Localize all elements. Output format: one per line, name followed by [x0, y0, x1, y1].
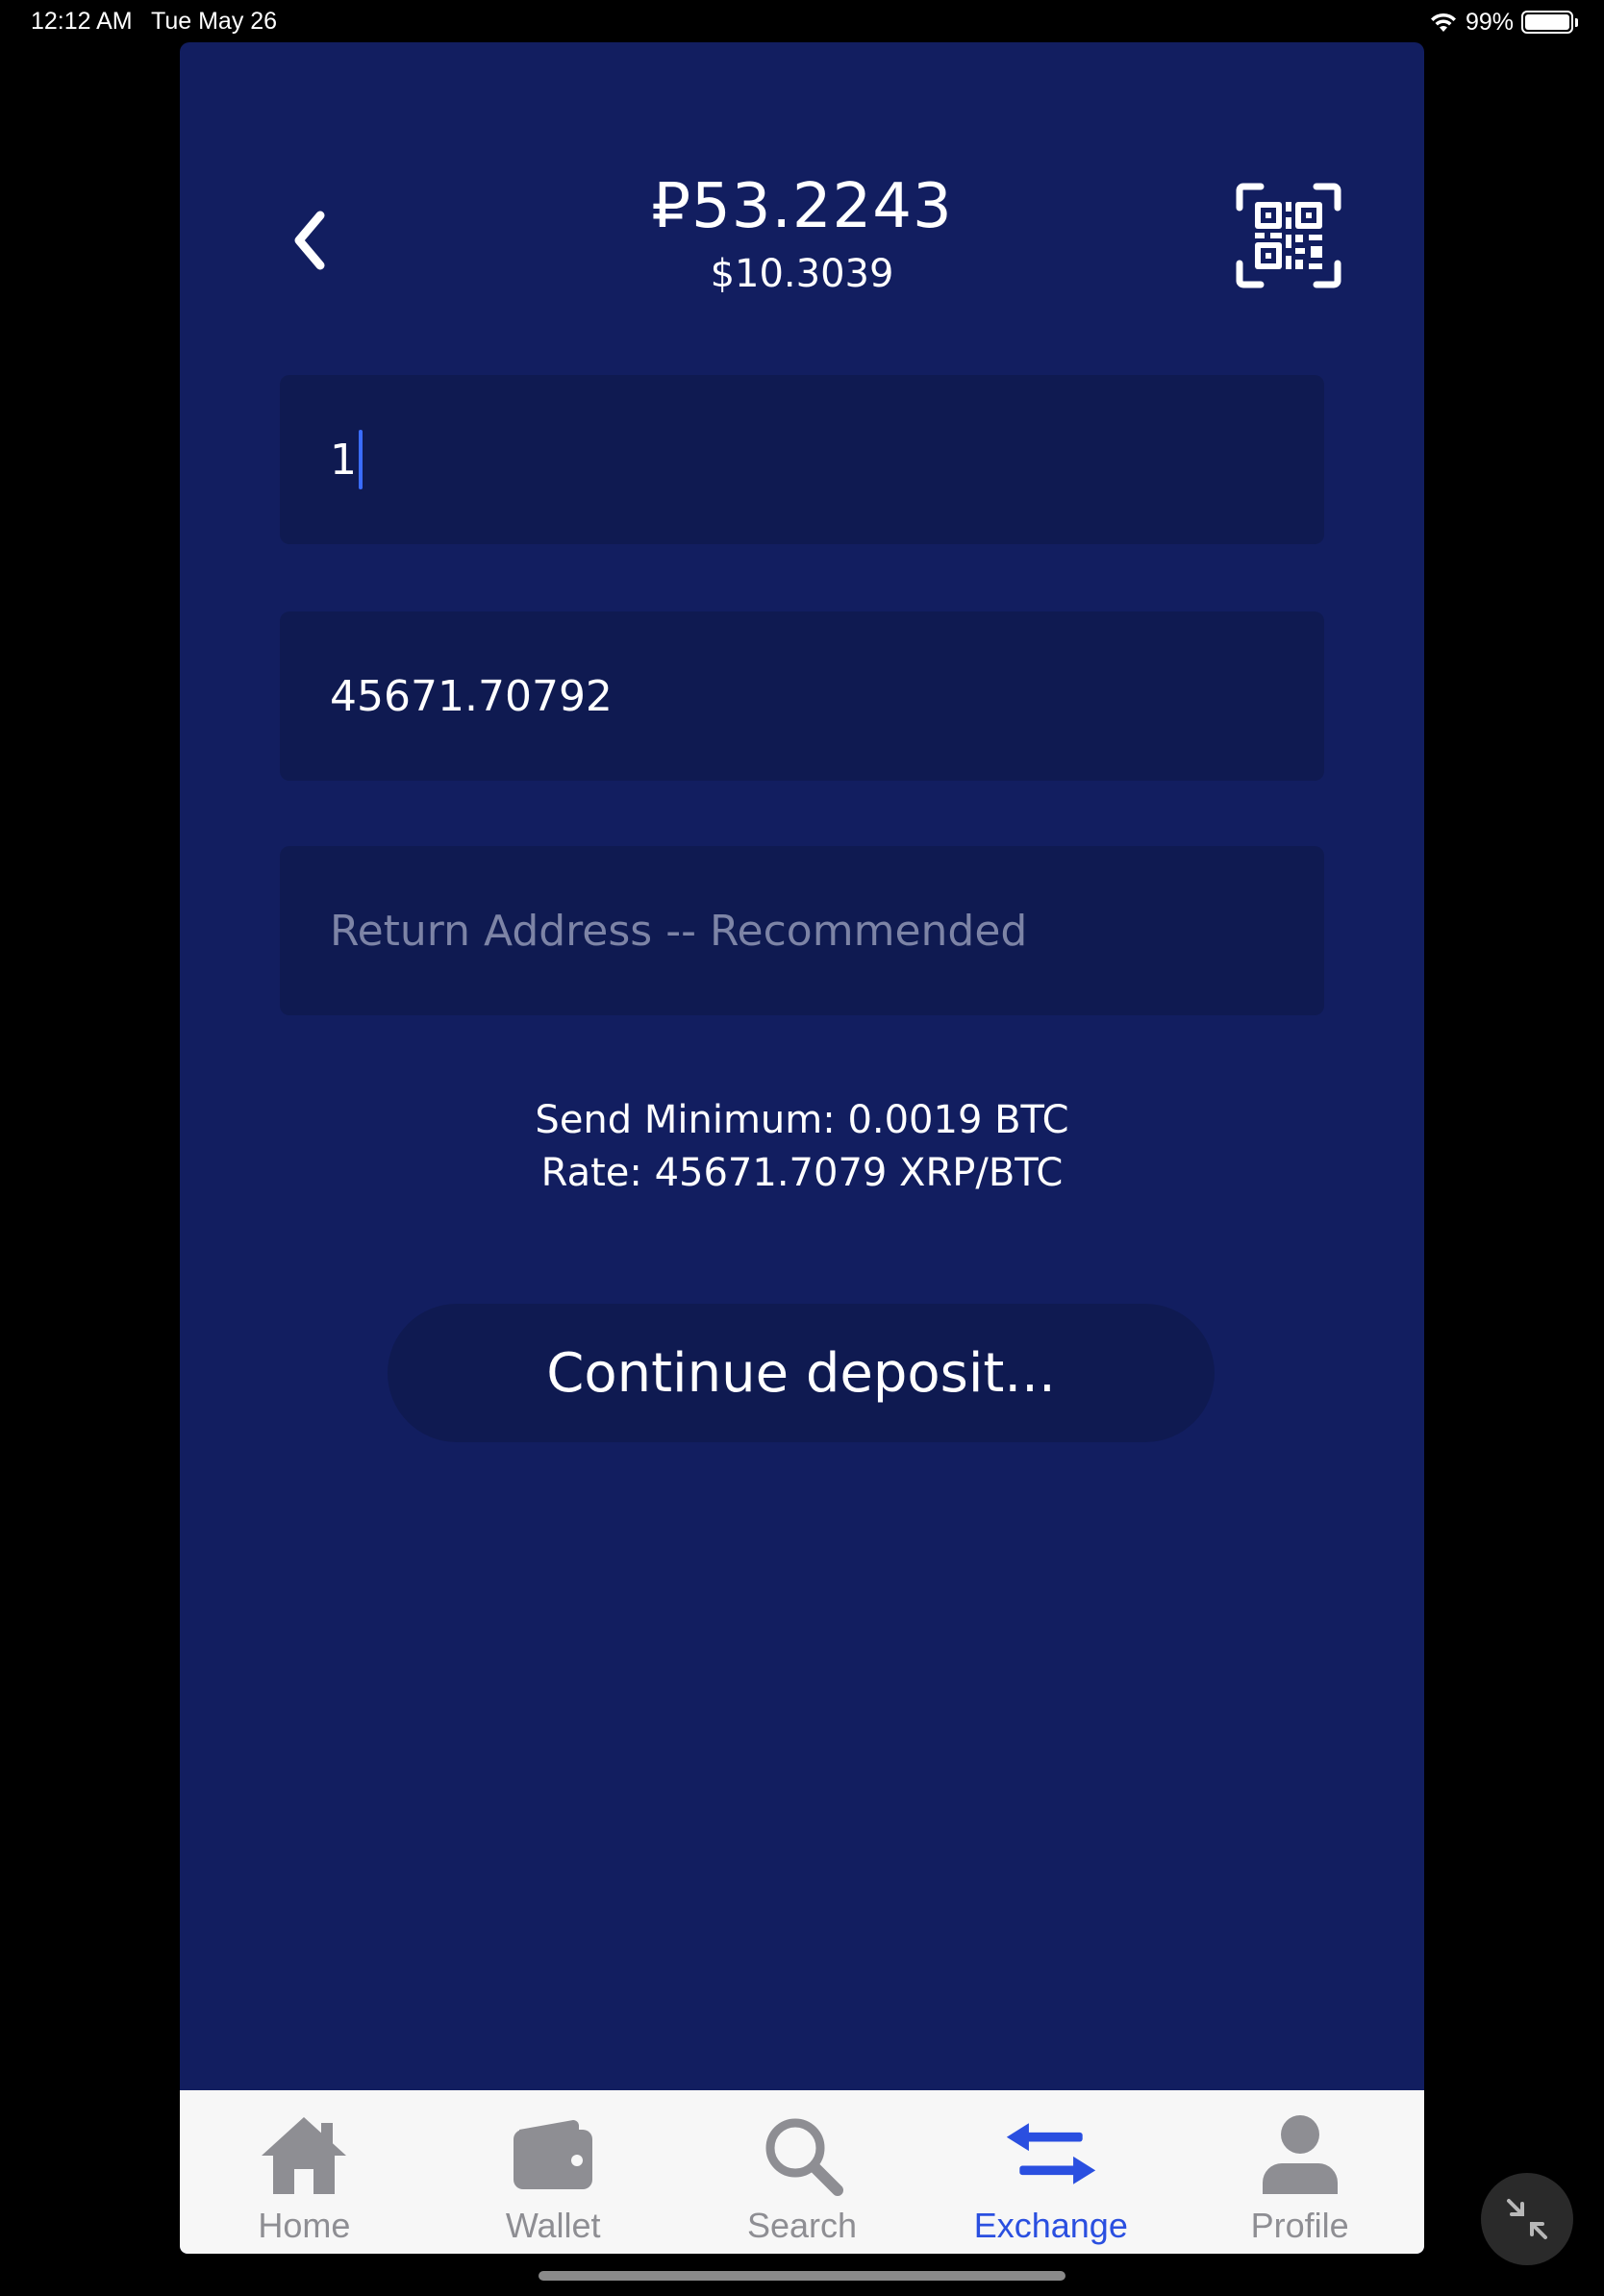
battery-icon: [1521, 11, 1578, 34]
amount-field[interactable]: 1: [280, 375, 1324, 544]
return-address-input[interactable]: [330, 906, 1324, 956]
continue-deposit-label: Continue deposit...: [546, 1341, 1056, 1405]
tab-profile-label: Profile: [1250, 2206, 1349, 2245]
wallet-icon: [514, 2120, 593, 2189]
collapse-arrows-icon: [1507, 2199, 1547, 2239]
home-icon: [262, 2117, 347, 2194]
tab-search[interactable]: Search: [678, 2090, 927, 2254]
header: ₽53.2243 $10.3039: [180, 42, 1424, 331]
send-minimum-text: Send Minimum: 0.0019 BTC: [535, 1098, 1069, 1142]
tab-bar: Home Wallet Search Exchange Profile: [180, 2090, 1424, 2254]
continue-deposit-button[interactable]: Continue deposit...: [388, 1304, 1215, 1442]
app-window: ₽53.2243 $10.3039 1 45671.70792 Return A…: [180, 42, 1424, 2254]
tab-exchange-label: Exchange: [973, 2206, 1128, 2245]
profile-icon: [1262, 2115, 1338, 2194]
status-time: 12:12 AM: [31, 8, 133, 35]
text-caret: [359, 430, 363, 489]
tab-wallet[interactable]: Wallet: [429, 2090, 678, 2254]
rate-text: Rate: 45671.7079 XRP/BTC: [540, 1151, 1064, 1195]
status-date: Tue May 26: [151, 8, 278, 35]
status-indicators: 99%: [1429, 6, 1578, 38]
tab-home-label: Home: [258, 2206, 351, 2245]
qr-scan-button[interactable]: [1236, 183, 1341, 288]
search-icon: [765, 2118, 843, 2196]
amount-value: 1: [330, 435, 357, 485]
tab-wallet-label: Wallet: [505, 2206, 601, 2245]
exchange-icon: [1006, 2123, 1095, 2184]
home-indicator[interactable]: [539, 2271, 1065, 2281]
qr-code-icon: [1236, 183, 1341, 288]
wifi-icon: [1430, 12, 1456, 32]
receive-amount-value: 45671.70792: [330, 671, 613, 721]
tab-exchange[interactable]: Exchange: [926, 2090, 1175, 2254]
return-address-field[interactable]: [280, 846, 1324, 1015]
receive-amount-field[interactable]: 45671.70792: [280, 611, 1324, 781]
tab-profile[interactable]: Profile: [1175, 2090, 1424, 2254]
shrink-window-button[interactable]: [1481, 2173, 1573, 2265]
tab-search-label: Search: [746, 2206, 858, 2245]
status-bar: 12:12 AM Tue May 26 99%: [0, 0, 1604, 44]
tab-home[interactable]: Home: [180, 2090, 429, 2254]
battery-percentage: 99%: [1465, 8, 1514, 36]
